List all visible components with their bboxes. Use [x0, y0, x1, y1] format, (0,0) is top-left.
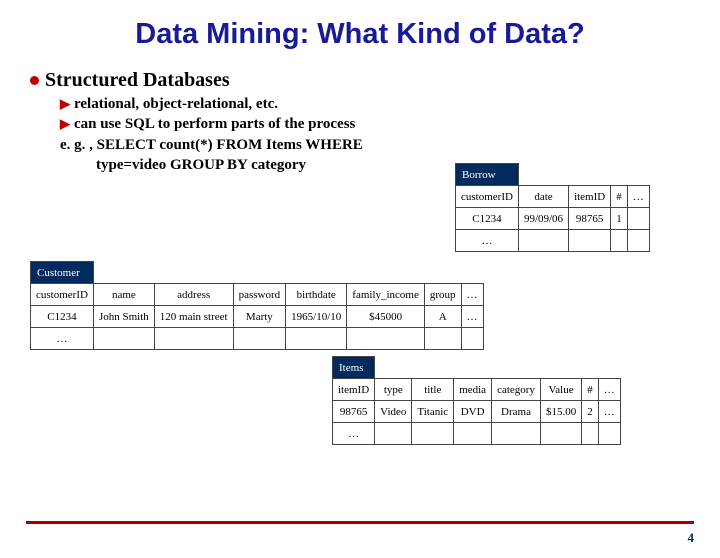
- table-cell: …: [333, 423, 375, 445]
- sub-bullet-list: ▶ relational, object-relational, etc. ▶ …: [60, 94, 690, 135]
- table-cell: John Smith: [93, 306, 154, 328]
- table-cell: Drama: [492, 401, 541, 423]
- table-row: …: [333, 423, 621, 445]
- table-cell: …: [461, 306, 483, 328]
- table-header-cell: media: [454, 379, 492, 401]
- page-number: 4: [688, 530, 695, 546]
- bullet-dot-icon: [30, 76, 39, 85]
- arrow-icon: ▶: [60, 115, 70, 133]
- table-header-cell: date: [518, 186, 568, 208]
- table-cell: 1965/10/10: [286, 306, 347, 328]
- table-header-cell: title: [412, 379, 454, 401]
- table-name-cell: Borrow: [456, 164, 519, 186]
- table-row: …: [456, 230, 650, 252]
- table-cell: $45000: [347, 306, 425, 328]
- table-header-cell: customerID: [31, 284, 94, 306]
- table-cell: C1234: [31, 306, 94, 328]
- table-header-row: itemID type title media category Value #…: [333, 379, 621, 401]
- arrow-icon: ▶: [60, 95, 70, 113]
- table-header-row: customerID name address password birthda…: [31, 284, 484, 306]
- table-cell: 99/09/06: [518, 208, 568, 230]
- table-cell: C1234: [456, 208, 519, 230]
- table-header-cell: …: [461, 284, 483, 306]
- table-cell: …: [31, 328, 94, 350]
- table-cell: [347, 328, 425, 350]
- table-header-cell: itemID: [569, 186, 611, 208]
- table-cell: [424, 328, 461, 350]
- main-bullet-text: Structured Databases: [45, 69, 230, 92]
- table-cell: [518, 230, 568, 252]
- table-cell: A: [424, 306, 461, 328]
- table-cell: $15.00: [540, 401, 581, 423]
- table-cell: [233, 328, 286, 350]
- table-cell: [412, 423, 454, 445]
- table-row: …: [31, 328, 484, 350]
- table-cell: 98765: [333, 401, 375, 423]
- sub-bullet: ▶ relational, object-relational, etc.: [60, 94, 690, 114]
- table-cell: [569, 230, 611, 252]
- table-header-cell: Value: [540, 379, 581, 401]
- table-cell: [454, 423, 492, 445]
- table-cell: 120 main street: [154, 306, 233, 328]
- table-header-cell: customerID: [456, 186, 519, 208]
- table-cell: 98765: [569, 208, 611, 230]
- table-cell: …: [456, 230, 519, 252]
- table-header-cell: #: [611, 186, 628, 208]
- table-header-cell: password: [233, 284, 286, 306]
- table-cell: [540, 423, 581, 445]
- table-header-cell: …: [598, 379, 620, 401]
- table-cell: [627, 230, 649, 252]
- tables-diagram: Borrow customerID date itemID # … C1234 …: [0, 181, 720, 481]
- table-cell: [598, 423, 620, 445]
- items-table: Items itemID type title media category V…: [332, 356, 621, 445]
- table-cell: DVD: [454, 401, 492, 423]
- table-cell: 1: [611, 208, 628, 230]
- sub-bullet-text: can use SQL to perform parts of the proc…: [74, 114, 355, 134]
- table-cell: [627, 208, 649, 230]
- content-area: Structured Databases ▶ relational, objec…: [0, 51, 720, 175]
- table-cell: [154, 328, 233, 350]
- slide-title: Data Mining: What Kind of Data?: [0, 18, 720, 51]
- table-cell: [492, 423, 541, 445]
- sub-bullet-text: relational, object-relational, etc.: [74, 94, 278, 114]
- table-header-cell: address: [154, 284, 233, 306]
- table-row: 98765 Video Titanic DVD Drama $15.00 2 …: [333, 401, 621, 423]
- customer-table: Customer customerID name address passwor…: [30, 261, 484, 350]
- table-name-cell: Customer: [31, 262, 94, 284]
- table-cell: [286, 328, 347, 350]
- table-cell: [611, 230, 628, 252]
- table-cell: Marty: [233, 306, 286, 328]
- table-name-cell: Items: [333, 357, 375, 379]
- table-cell: [461, 328, 483, 350]
- table-cell: 2: [582, 401, 599, 423]
- main-bullet: Structured Databases: [30, 69, 690, 92]
- sub-bullet: ▶ can use SQL to perform parts of the pr…: [60, 114, 690, 134]
- table-cell: Video: [375, 401, 412, 423]
- borrow-table: Borrow customerID date itemID # … C1234 …: [455, 163, 650, 252]
- table-header-cell: type: [375, 379, 412, 401]
- table-cell: [375, 423, 412, 445]
- footer-divider: [26, 521, 694, 524]
- table-header-cell: itemID: [333, 379, 375, 401]
- table-header-cell: family_income: [347, 284, 425, 306]
- table-row: C1234 John Smith 120 main street Marty 1…: [31, 306, 484, 328]
- table-cell: [582, 423, 599, 445]
- table-cell: …: [598, 401, 620, 423]
- table-header-cell: #: [582, 379, 599, 401]
- table-header-cell: name: [93, 284, 154, 306]
- table-header-cell: …: [627, 186, 649, 208]
- table-header-row: customerID date itemID # …: [456, 186, 650, 208]
- table-cell: Titanic: [412, 401, 454, 423]
- example-line-1: e. g. , SELECT count(*) FROM Items WHERE: [60, 135, 690, 155]
- table-header-cell: group: [424, 284, 461, 306]
- table-row: C1234 99/09/06 98765 1: [456, 208, 650, 230]
- table-header-cell: birthdate: [286, 284, 347, 306]
- table-header-cell: category: [492, 379, 541, 401]
- table-cell: [93, 328, 154, 350]
